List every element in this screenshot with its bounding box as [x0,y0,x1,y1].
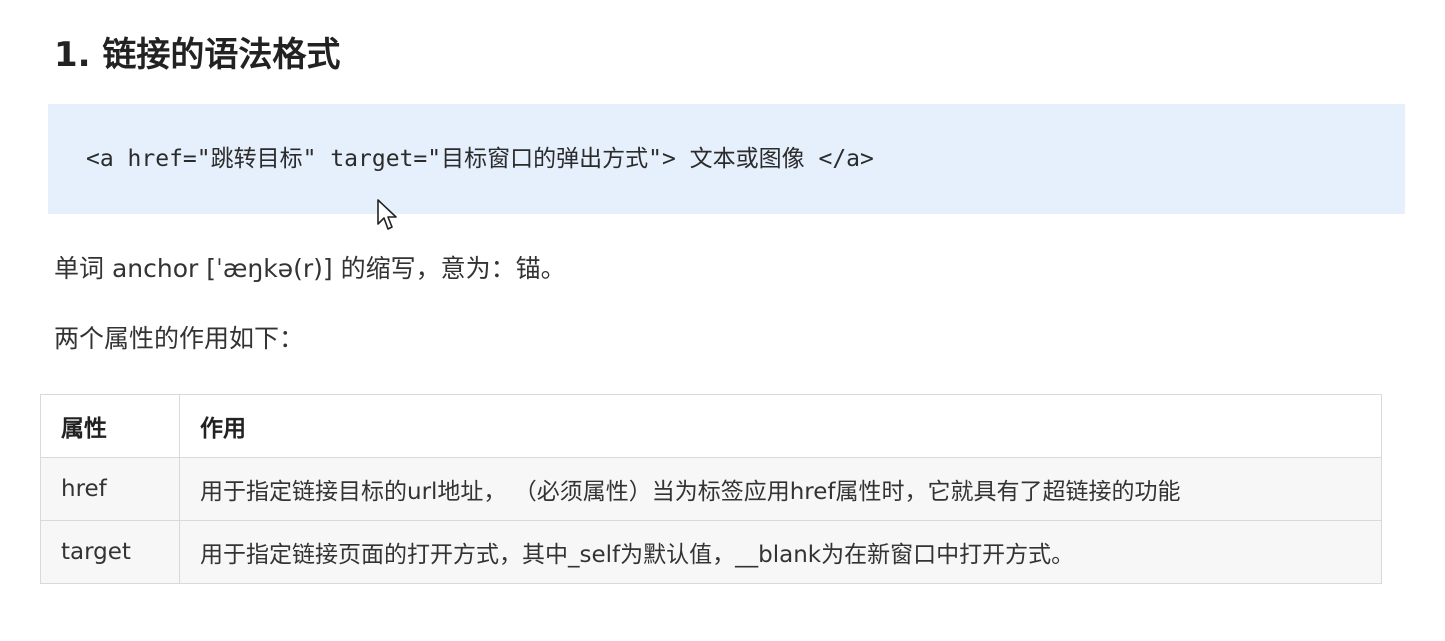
attributes-table: 属性 作用 href 用于指定链接目标的url地址， （必须属性）当为标签应用h… [40,394,1382,584]
anchor-note: 单词 anchor [ˈæŋkə(r)] 的缩写，意为：锚。 [54,254,566,283]
table-row: target 用于指定链接页面的打开方式，其中_self为默认值，__blank… [40,520,1382,584]
attribute-purpose: 用于指定链接目标的url地址， （必须属性）当为标签应用href属性时，它就具有… [179,457,1382,521]
attribute-name: target [40,520,180,584]
attribute-purpose: 用于指定链接页面的打开方式，其中_self为默认值，__blank为在新窗口中打… [179,520,1382,584]
table-header-row: 属性 作用 [40,394,1382,458]
attrs-intro: 两个属性的作用如下： [54,324,305,353]
attribute-name: href [40,457,180,521]
section-heading: 1. 链接的语法格式 [54,35,341,75]
code-line: <a href="跳转目标" target="目标窗口的弹出方式"> 文本或图像… [86,146,874,172]
table-row: href 用于指定链接目标的url地址， （必须属性）当为标签应用href属性时… [40,457,1382,521]
header-attribute: 属性 [40,394,180,458]
code-block: <a href="跳转目标" target="目标窗口的弹出方式"> 文本或图像… [48,104,1405,214]
mouse-pointer-icon [377,199,397,230]
header-purpose: 作用 [179,394,1382,458]
